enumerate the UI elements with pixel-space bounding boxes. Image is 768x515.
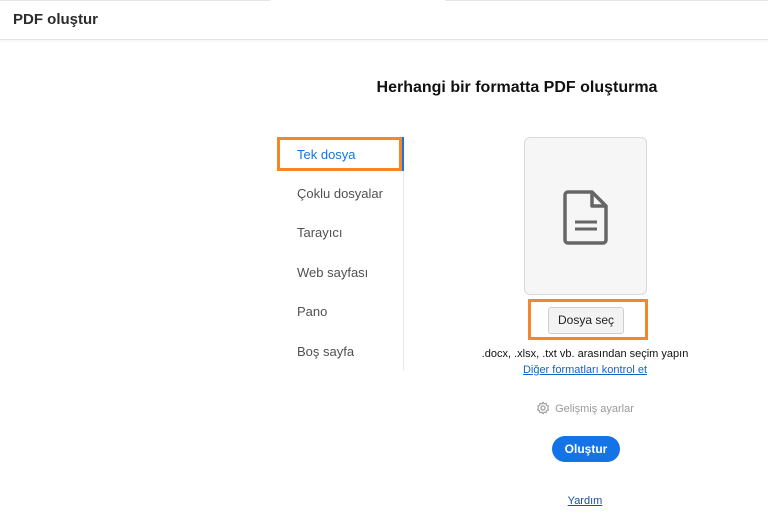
sidebar-selection-indicator <box>402 137 404 171</box>
formats-hint: .docx, .xlsx, .txt vb. arasından seçim y… <box>481 348 689 360</box>
other-formats-link: Diğer formatları kontrol et <box>440 364 730 376</box>
header: PDF oluştur <box>0 0 768 40</box>
other-formats-link-text[interactable]: Diğer formatları kontrol et <box>523 364 647 376</box>
create-button[interactable]: Oluştur <box>552 436 620 462</box>
gear-icon <box>536 401 550 415</box>
highlight-box-single-file <box>277 137 402 171</box>
sidebar-item-multiple-files[interactable]: Çoklu dosyalar <box>297 186 383 201</box>
choose-file-button[interactable]: Dosya seç <box>548 307 624 334</box>
sidebar-item-web-page[interactable]: Web sayfası <box>297 265 368 280</box>
sidebar-item-blank-page[interactable]: Boş sayfa <box>297 344 354 359</box>
header-title: PDF oluştur <box>13 11 98 28</box>
document-icon <box>563 190 608 245</box>
help-link[interactable]: Yardım <box>568 495 603 507</box>
help-link-container: Yardım <box>440 495 730 507</box>
page-title: Herhangi bir formatta PDF oluşturma <box>376 79 658 96</box>
sidebar-item-clipboard[interactable]: Pano <box>297 304 327 319</box>
sidebar-item-scanner[interactable]: Tarayıcı <box>297 225 343 240</box>
file-drop-area[interactable] <box>524 137 647 295</box>
advanced-settings-label: Gelişmiş ayarlar <box>555 403 634 415</box>
advanced-settings[interactable]: Gelişmiş ayarlar <box>440 401 730 415</box>
sidebar-divider <box>403 137 404 370</box>
